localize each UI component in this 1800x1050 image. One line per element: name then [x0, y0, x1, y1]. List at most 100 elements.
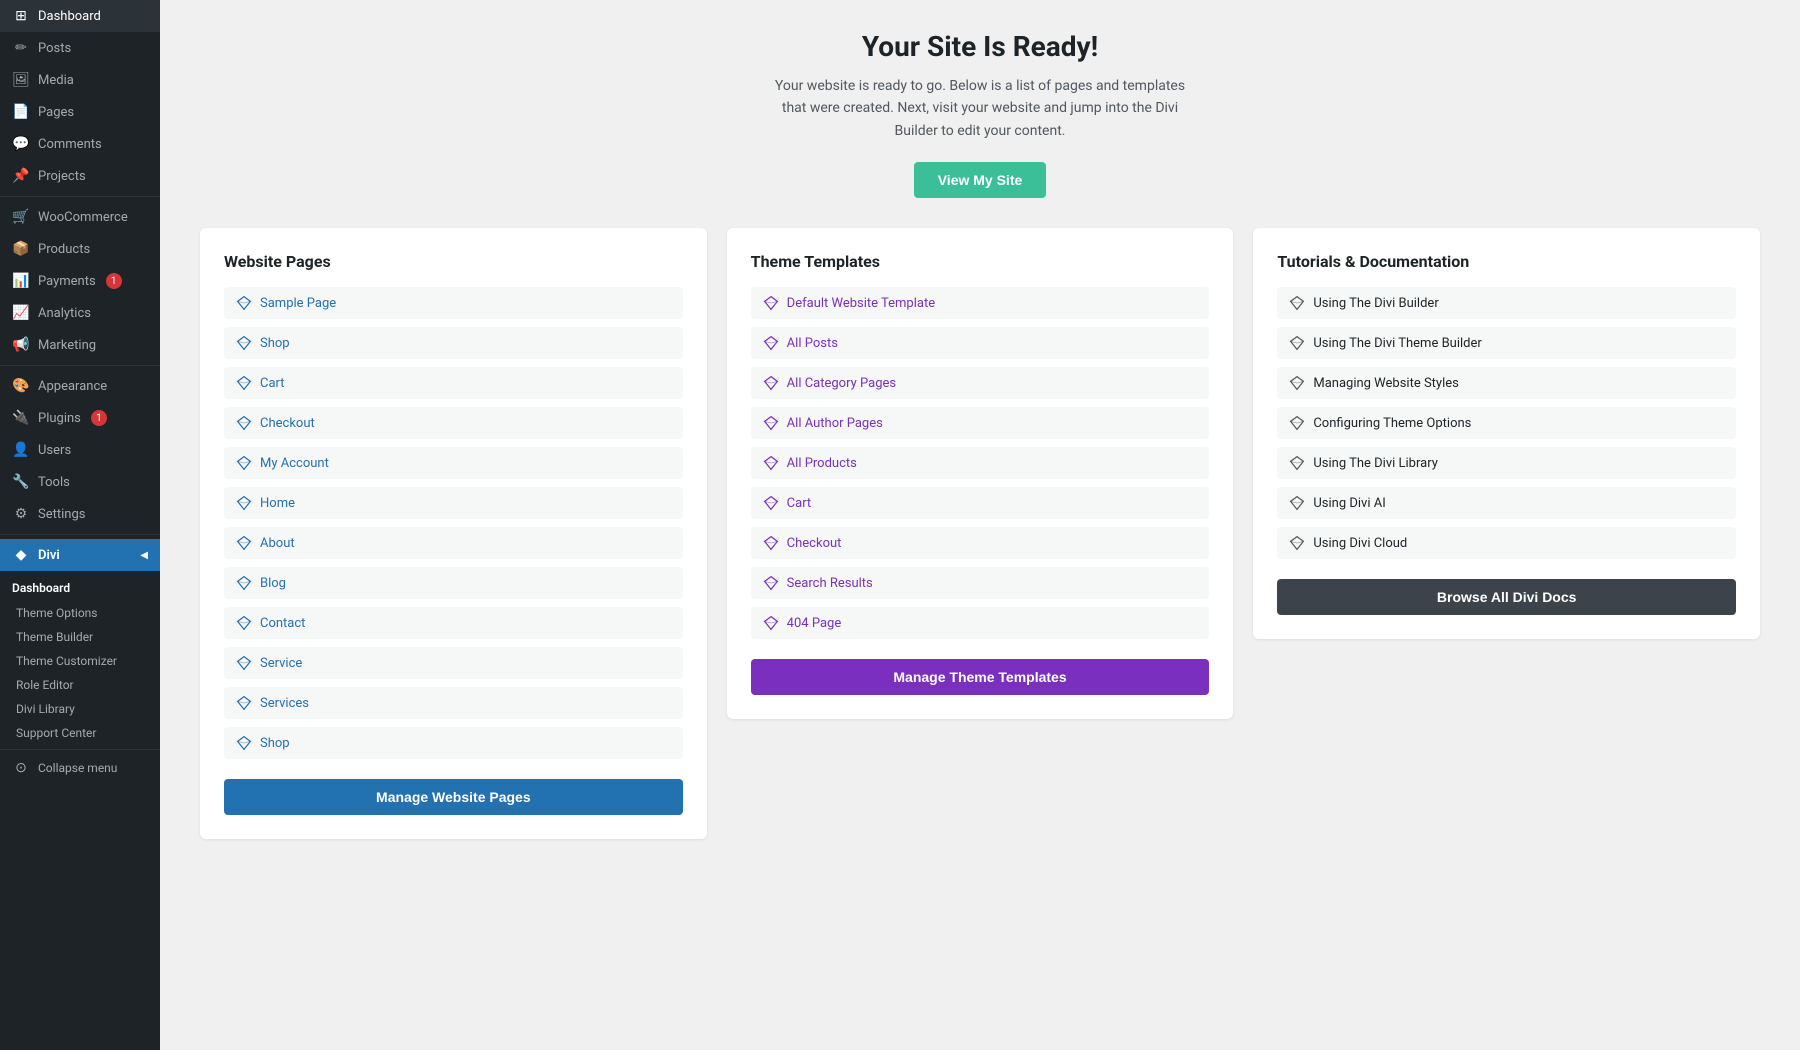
divi-arrow-icon: ◀ — [140, 550, 148, 561]
doc-gem-icon — [1289, 335, 1305, 351]
divider-2 — [0, 365, 160, 366]
manage-website-pages-button[interactable]: Manage Website Pages — [224, 779, 683, 815]
sidebar-item-products[interactable]: 📦 Products — [0, 233, 160, 265]
page-gem-icon — [236, 695, 252, 711]
tutorials-card: Tutorials & Documentation Using The Divi… — [1253, 228, 1760, 639]
template-list-item[interactable]: All Products — [751, 447, 1210, 479]
page-gem-icon — [236, 535, 252, 551]
template-list-item[interactable]: Search Results — [751, 567, 1210, 599]
doc-gem-icon — [1289, 375, 1305, 391]
browse-docs-button[interactable]: Browse All Divi Docs — [1277, 579, 1736, 615]
page-gem-icon — [236, 575, 252, 591]
cards-row: Website Pages Sample Page Shop Cart Chec… — [200, 228, 1760, 839]
template-gem-icon — [763, 295, 779, 311]
payments-icon: 📊 — [12, 273, 30, 289]
page-list-item[interactable]: Sample Page — [224, 287, 683, 319]
sidebar-item-settings[interactable]: ⚙ Settings — [0, 498, 160, 530]
sidebar-item-plugins[interactable]: 🔌 Plugins 1 — [0, 402, 160, 434]
sidebar: ⊞ Dashboard ✏ Posts 🖼 Media 📄 Pages 💬 Co… — [0, 0, 160, 1050]
theme-templates-heading: Theme Templates — [751, 252, 1210, 271]
submenu-item-role-editor[interactable]: Role Editor — [0, 673, 160, 697]
sidebar-item-payments[interactable]: 📊 Payments 1 — [0, 265, 160, 297]
page-list-item[interactable]: Shop — [224, 327, 683, 359]
template-list-item[interactable]: Default Website Template — [751, 287, 1210, 319]
doc-gem-icon — [1289, 295, 1305, 311]
divider-submenu — [0, 749, 160, 750]
posts-icon: ✏ — [12, 40, 30, 56]
doc-list-item[interactable]: Using Divi Cloud — [1277, 527, 1736, 559]
doc-gem-icon — [1289, 415, 1305, 431]
template-gem-icon — [763, 335, 779, 351]
page-list-item[interactable]: My Account — [224, 447, 683, 479]
submenu-item-theme-customizer[interactable]: Theme Customizer — [0, 649, 160, 673]
submenu-item-divi-library[interactable]: Divi Library — [0, 697, 160, 721]
doc-list-item[interactable]: Using Divi AI — [1277, 487, 1736, 519]
template-list-item[interactable]: All Posts — [751, 327, 1210, 359]
sidebar-item-divi[interactable]: ◆ Divi ◀ — [0, 539, 160, 571]
sidebar-item-tools[interactable]: 🔧 Tools — [0, 466, 160, 498]
divi-icon: ◆ — [12, 547, 30, 563]
template-gem-icon — [763, 495, 779, 511]
template-list-item[interactable]: Cart — [751, 487, 1210, 519]
tutorials-heading: Tutorials & Documentation — [1277, 252, 1736, 271]
page-list-item[interactable]: Cart — [224, 367, 683, 399]
media-icon: 🖼 — [12, 72, 30, 88]
sidebar-item-dashboard[interactable]: ⊞ Dashboard — [0, 0, 160, 32]
template-gem-icon — [763, 535, 779, 551]
page-list-item[interactable]: Service — [224, 647, 683, 679]
sidebar-item-posts[interactable]: ✏ Posts — [0, 32, 160, 64]
doc-list-item[interactable]: Using The Divi Library — [1277, 447, 1736, 479]
sidebar-item-users[interactable]: 👤 Users — [0, 434, 160, 466]
template-list-item[interactable]: Checkout — [751, 527, 1210, 559]
page-gem-icon — [236, 495, 252, 511]
sidebar-item-appearance[interactable]: 🎨 Appearance — [0, 370, 160, 402]
manage-theme-templates-button[interactable]: Manage Theme Templates — [751, 659, 1210, 695]
page-gem-icon — [236, 455, 252, 471]
page-gem-icon — [236, 415, 252, 431]
analytics-icon: 📈 — [12, 305, 30, 321]
page-list-item[interactable]: Shop — [224, 727, 683, 759]
page-gem-icon — [236, 295, 252, 311]
appearance-icon: 🎨 — [12, 378, 30, 394]
page-title: Your Site Is Ready! — [200, 30, 1760, 63]
main-content: Your Site Is Ready! Your website is read… — [160, 0, 1800, 1050]
tools-icon: 🔧 — [12, 474, 30, 490]
sidebar-item-comments[interactable]: 💬 Comments — [0, 128, 160, 160]
page-list-item[interactable]: Checkout — [224, 407, 683, 439]
doc-list: Using The Divi Builder Using The Divi Th… — [1277, 287, 1736, 559]
page-list-item[interactable]: Services — [224, 687, 683, 719]
sidebar-item-pages[interactable]: 📄 Pages — [0, 96, 160, 128]
doc-list-item[interactable]: Using The Divi Theme Builder — [1277, 327, 1736, 359]
payments-badge: 1 — [106, 273, 122, 289]
page-list-item[interactable]: Blog — [224, 567, 683, 599]
submenu-item-support-center[interactable]: Support Center — [0, 721, 160, 745]
sidebar-item-woocommerce[interactable]: 🛒 WooCommerce — [0, 201, 160, 233]
collapse-menu-button[interactable]: ⊙ Collapse menu — [0, 754, 160, 782]
template-gem-icon — [763, 415, 779, 431]
sidebar-item-media[interactable]: 🖼 Media — [0, 64, 160, 96]
page-gem-icon — [236, 375, 252, 391]
submenu-item-theme-options[interactable]: Theme Options — [0, 601, 160, 625]
divider-3 — [0, 534, 160, 535]
page-gem-icon — [236, 335, 252, 351]
hero-description: Your website is ready to go. Below is a … — [770, 75, 1190, 142]
template-list-item[interactable]: All Category Pages — [751, 367, 1210, 399]
divi-submenu-title: Dashboard — [0, 575, 160, 601]
doc-list-item[interactable]: Configuring Theme Options — [1277, 407, 1736, 439]
page-list-item[interactable]: Contact — [224, 607, 683, 639]
page-list-item[interactable]: Home — [224, 487, 683, 519]
view-site-button[interactable]: View My Site — [914, 162, 1047, 198]
theme-templates-list: Default Website Template All Posts All C… — [751, 287, 1210, 639]
submenu-item-theme-builder[interactable]: Theme Builder — [0, 625, 160, 649]
doc-list-item[interactable]: Using The Divi Builder — [1277, 287, 1736, 319]
page-list-item[interactable]: About — [224, 527, 683, 559]
doc-list-item[interactable]: Managing Website Styles — [1277, 367, 1736, 399]
template-list-item[interactable]: 404 Page — [751, 607, 1210, 639]
sidebar-item-marketing[interactable]: 📢 Marketing — [0, 329, 160, 361]
template-list-item[interactable]: All Author Pages — [751, 407, 1210, 439]
sidebar-item-analytics[interactable]: 📈 Analytics — [0, 297, 160, 329]
page-gem-icon — [236, 655, 252, 671]
pages-icon: 📄 — [12, 104, 30, 120]
products-icon: 📦 — [12, 241, 30, 257]
sidebar-item-projects[interactable]: 📌 Projects — [0, 160, 160, 192]
